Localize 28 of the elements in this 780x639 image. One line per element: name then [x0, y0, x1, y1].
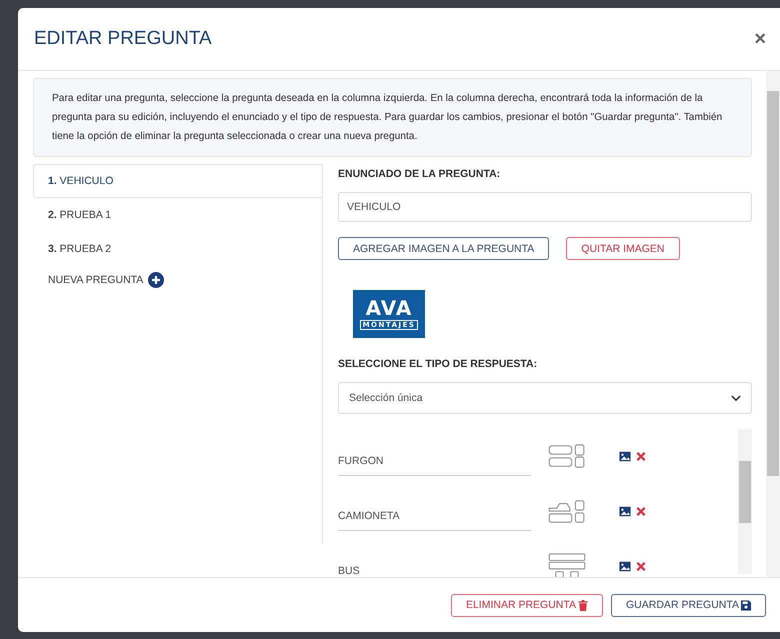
question-item[interactable]: 1. VEHICULO — [33, 164, 322, 198]
page-scrollbar[interactable] — [766, 71, 780, 577]
scrollbar[interactable] — [738, 429, 752, 574]
image-icon[interactable] — [619, 561, 631, 572]
question-item[interactable]: 3. PRUEBA 2 — [33, 232, 322, 266]
statement-label: ENUNCIADO DE LA PREGUNTA: — [338, 168, 502, 180]
save-icon — [741, 600, 751, 610]
image-icon[interactable] — [619, 506, 631, 517]
remove-image-button[interactable]: QUITAR IMAGEN — [566, 237, 680, 260]
info-message: Para editar una pregunta, seleccione la pregunta deseada en la columna izquierda. En la columna derecha, encontrará toda la información de la pregunta para su edición, incluyendo el enunciado y el tipo de respuesta. Para guardar los cambios, presionar el botón "Guardar pregunta". También tiene la opción de eliminar la pregunta seleccionada o crear una nueva pregunta. — [33, 78, 752, 157]
trash-icon — [578, 600, 588, 610]
save-question-button[interactable]: GUARDAR PREGUNTA — [611, 594, 766, 616]
new-question-link[interactable]: NUEVA PREGUNTA — [48, 274, 144, 286]
bus-drawing — [546, 552, 588, 577]
add-image-button[interactable]: AGREGAR IMAGEN A LA PREGUNTA — [338, 237, 550, 260]
modal-title: EDITAR PREGUNTA — [34, 28, 212, 50]
statement-input[interactable]: VEHICULO — [338, 192, 752, 222]
delete-icon[interactable] — [635, 451, 647, 462]
plus-icon[interactable] — [148, 272, 164, 288]
question-item[interactable]: 2. PRUEBA 1 — [33, 198, 322, 232]
chevron-down-icon — [731, 394, 741, 402]
image-icon[interactable] — [619, 451, 631, 462]
delete-icon[interactable] — [635, 506, 647, 517]
answer-type-label: SELECCIONE EL TIPO DE RESPUESTA: — [338, 358, 538, 370]
delete-icon[interactable] — [635, 561, 647, 572]
answer-type-select[interactable]: Selección única — [338, 382, 752, 414]
close-button[interactable]: × — [754, 28, 766, 50]
delete-question-button[interactable]: ELIMINAR PREGUNTA — [450, 594, 604, 616]
